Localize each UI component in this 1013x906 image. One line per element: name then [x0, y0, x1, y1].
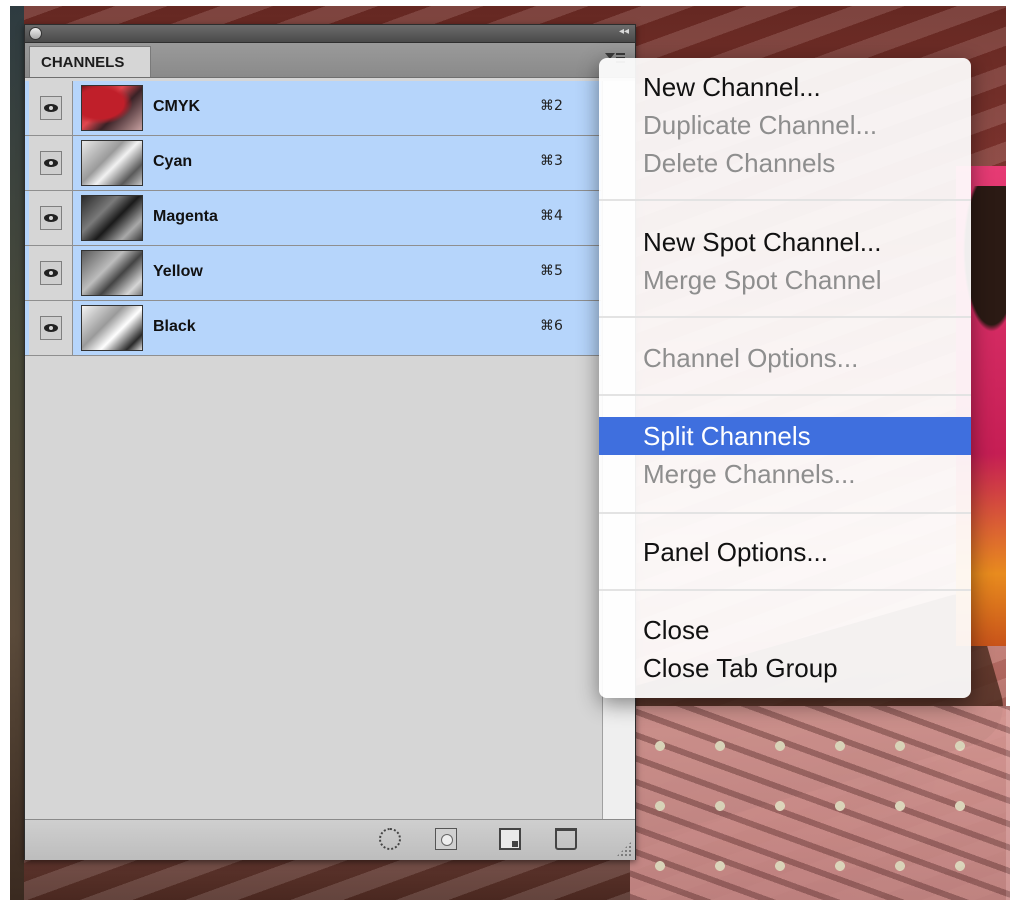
panel-close-icon[interactable]	[29, 27, 42, 40]
photo-patterned-cloth	[630, 706, 1010, 900]
menu-item-split-channels[interactable]: Split Channels	[599, 417, 971, 455]
visibility-toggle[interactable]	[29, 246, 73, 300]
collapse-icon[interactable]: ◂◂	[619, 26, 629, 37]
menu-item-panel-options[interactable]: Panel Options...	[599, 533, 971, 571]
menu-item-merge-spot-channel[interactable]: Merge Spot Channel	[599, 261, 971, 299]
menu-item-new-channel[interactable]: New Channel...	[599, 68, 971, 106]
tab-channels[interactable]: CHANNELS	[29, 46, 151, 77]
channel-shortcut: ⌘5	[540, 263, 563, 279]
save-selection-as-channel-icon[interactable]	[435, 828, 457, 850]
eye-icon[interactable]	[40, 96, 62, 120]
menu-separator	[599, 394, 971, 396]
channel-row-yellow[interactable]: Yellow ⌘5	[25, 246, 601, 301]
channel-shortcut: ⌘4	[540, 208, 563, 224]
channel-thumbnail	[81, 85, 143, 131]
channel-name: Yellow	[153, 263, 203, 280]
eye-icon[interactable]	[40, 151, 62, 175]
eye-icon[interactable]	[40, 261, 62, 285]
visibility-toggle[interactable]	[29, 136, 73, 190]
visibility-toggle[interactable]	[29, 191, 73, 245]
panel-footer	[25, 819, 635, 860]
new-channel-icon[interactable]	[499, 828, 521, 850]
eye-icon[interactable]	[40, 316, 62, 340]
visibility-toggle[interactable]	[29, 81, 73, 135]
channel-name: CMYK	[153, 98, 201, 115]
menu-item-close-tab-group[interactable]: Close Tab Group	[599, 649, 971, 687]
channel-row-cyan[interactable]: Cyan ⌘3	[25, 136, 601, 191]
channel-thumbnail	[81, 250, 143, 296]
channel-list: CMYK ⌘2 Cyan ⌘3 Magenta ⌘4 Yellow ⌘5 Bla…	[25, 81, 601, 356]
menu-item-merge-channels[interactable]: Merge Channels...	[599, 455, 971, 493]
channel-row-cmyk[interactable]: CMYK ⌘2	[25, 81, 601, 136]
trash-icon[interactable]	[555, 828, 577, 850]
menu-separator	[599, 199, 971, 201]
panel-flyout-menu: New Channel... Duplicate Channel... Dele…	[599, 58, 971, 698]
visibility-toggle[interactable]	[29, 301, 73, 355]
panel-titlebar[interactable]: ◂◂	[25, 25, 635, 43]
menu-item-channel-options[interactable]: Channel Options...	[599, 339, 971, 377]
channels-panel: ◂◂ CHANNELS CMYK ⌘2 Cyan ⌘3 Magenta ⌘4 Y…	[24, 24, 636, 860]
menu-separator	[599, 512, 971, 514]
channel-name: Cyan	[153, 153, 193, 170]
channel-shortcut: ⌘6	[540, 318, 563, 334]
menu-separator	[599, 589, 971, 591]
channel-name: Black	[153, 318, 196, 335]
menu-item-delete-channels[interactable]: Delete Channels	[599, 144, 971, 182]
channel-thumbnail	[81, 195, 143, 241]
resize-grip[interactable]	[616, 841, 632, 857]
channel-row-black[interactable]: Black ⌘6	[25, 301, 601, 356]
channel-shortcut: ⌘3	[540, 153, 563, 169]
menu-item-new-spot-channel[interactable]: New Spot Channel...	[599, 223, 971, 261]
menu-item-duplicate-channel[interactable]: Duplicate Channel...	[599, 106, 971, 144]
eye-icon[interactable]	[40, 206, 62, 230]
channel-thumbnail	[81, 140, 143, 186]
menu-separator	[599, 316, 971, 318]
channel-thumbnail	[81, 305, 143, 351]
channel-row-magenta[interactable]: Magenta ⌘4	[25, 191, 601, 246]
channel-shortcut: ⌘2	[540, 98, 563, 114]
photo-left-edge	[10, 6, 24, 900]
panel-tab-strip: CHANNELS	[25, 43, 635, 78]
menu-item-close[interactable]: Close	[599, 611, 971, 649]
load-channel-as-selection-icon[interactable]	[379, 828, 401, 850]
channel-name: Magenta	[153, 208, 218, 225]
